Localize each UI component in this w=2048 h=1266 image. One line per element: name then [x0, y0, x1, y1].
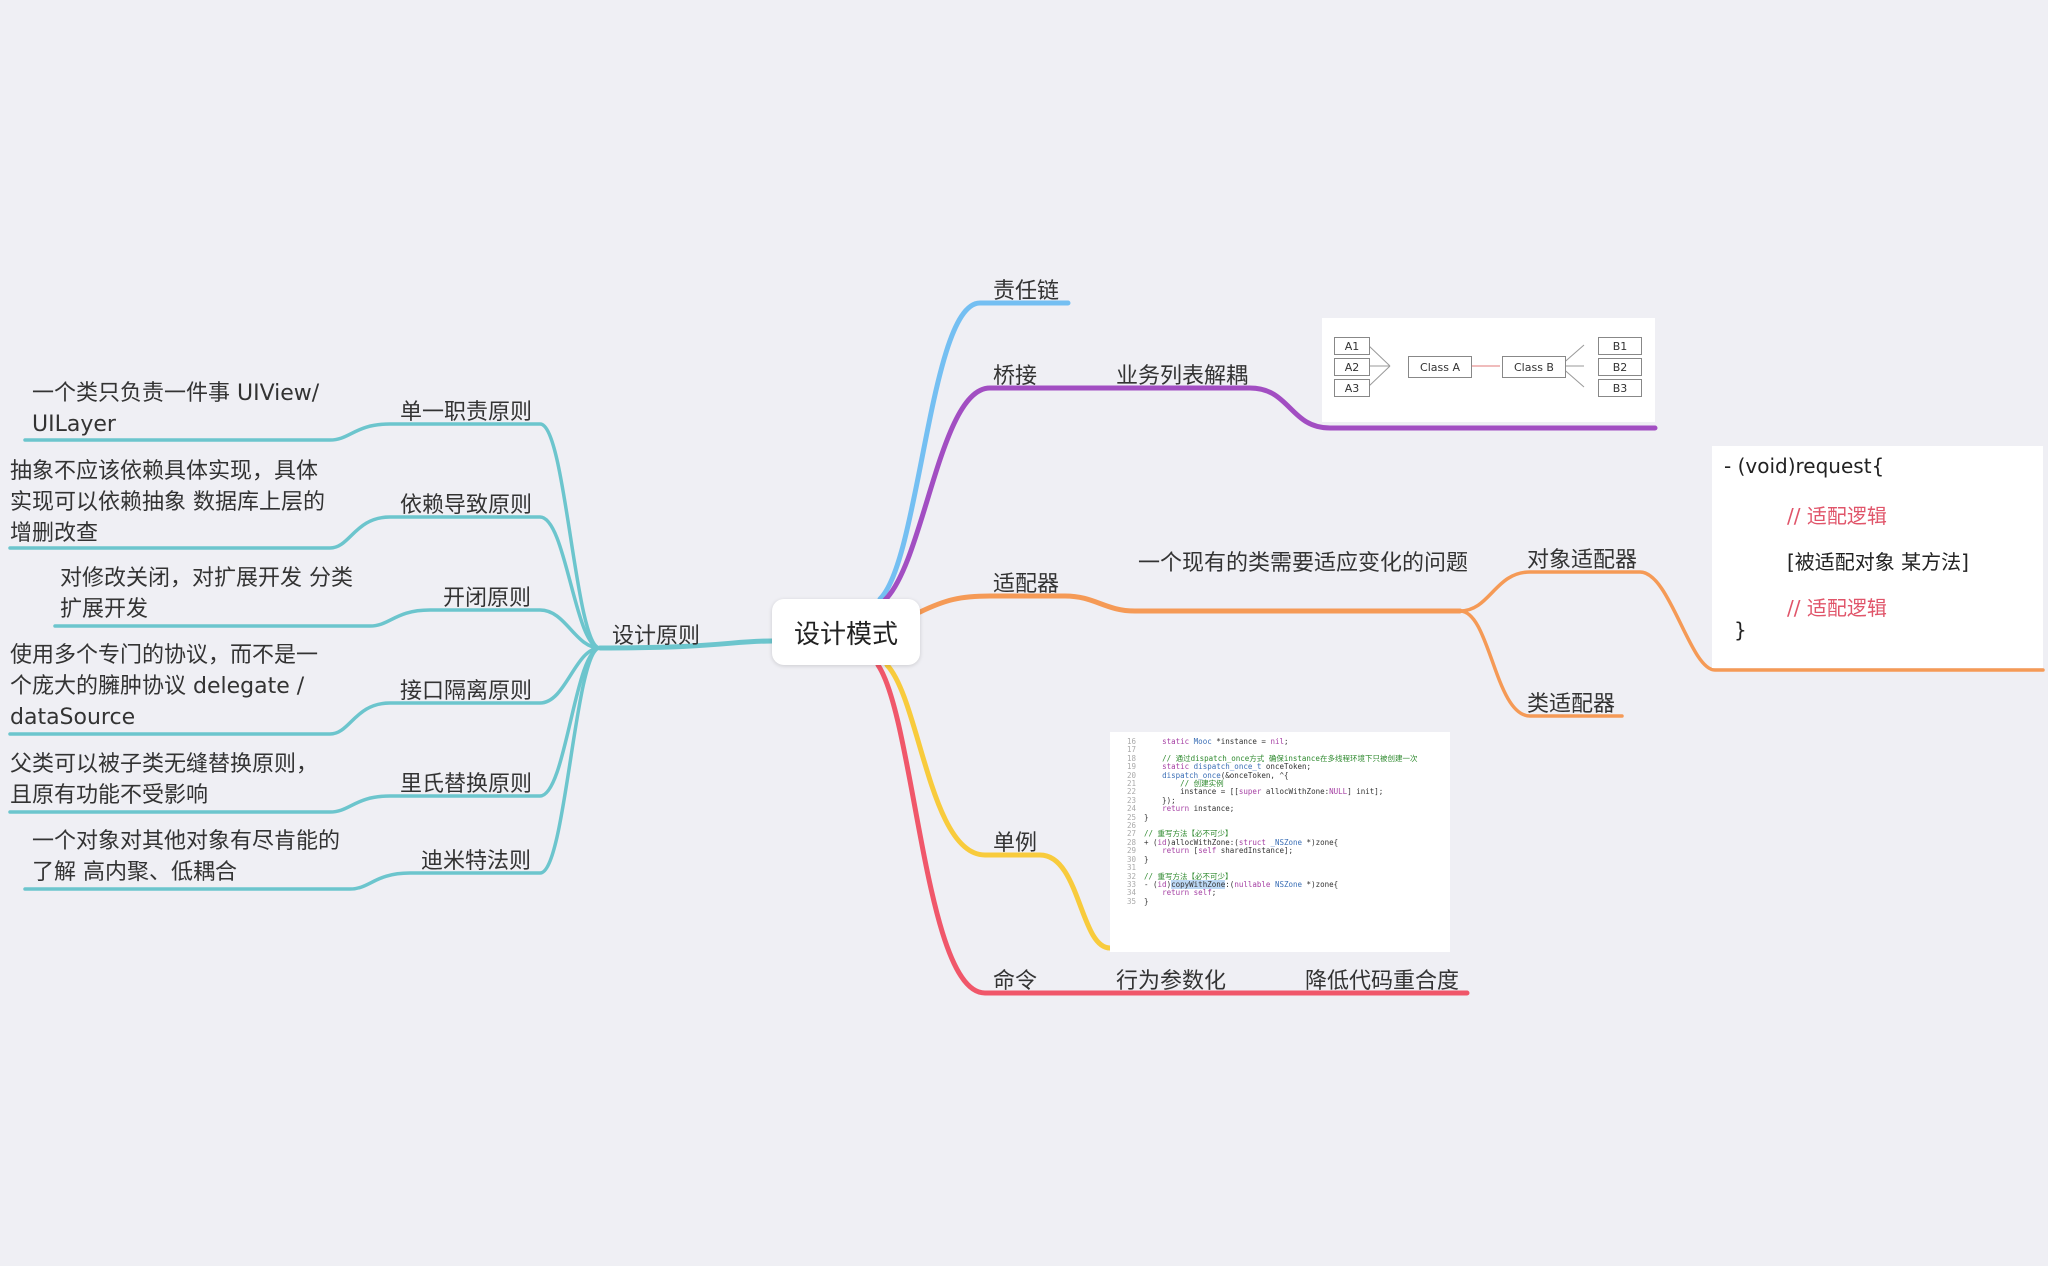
bridge-diagram-image: A1 A2 A3 Class A Class B B1 B2 B3	[1322, 318, 1655, 422]
adapter-node[interactable]: 适配器	[993, 566, 1059, 598]
command-child-2[interactable]: 降低代码重合度	[1305, 963, 1459, 995]
command-child-1[interactable]: 行为参数化	[1116, 963, 1226, 995]
bridge-node[interactable]: 桥接	[993, 358, 1037, 390]
principle-isp-desc[interactable]: 使用多个专门的协议，而不是一个庞大的臃肿协议 delegate / dataSo…	[10, 640, 328, 733]
code-line: 16 static Mooc *instance = nil;	[1126, 737, 1289, 746]
object-adapter-node[interactable]: 对象适配器	[1527, 542, 1637, 574]
bridge-box-b2: B2	[1598, 358, 1642, 376]
code-line: 29 return [self sharedInstance];	[1126, 846, 1294, 856]
bridge-box-a3: A3	[1334, 379, 1370, 397]
code-line: 24 return instance;	[1126, 804, 1235, 814]
adapter-code-comment-1: // 适配逻辑	[1787, 504, 1887, 528]
class-adapter-node[interactable]: 类适配器	[1527, 686, 1615, 718]
principle-lod[interactable]: 迪米特法则	[421, 843, 531, 875]
singleton-code-image: 16 static Mooc *instance = nil; 17 18 // 通…	[1110, 732, 1450, 952]
bridge-box-a1: A1	[1334, 337, 1370, 355]
principle-ocp-desc[interactable]: 对修改关闭，对扩展开发 分类扩展开发	[60, 563, 370, 625]
principle-isp[interactable]: 接口隔离原则	[400, 673, 532, 705]
adapter-code-line1: - (void)request{	[1724, 454, 1885, 478]
root-label: 设计模式	[793, 619, 898, 650]
principle-dip[interactable]: 依赖导致原则	[400, 487, 532, 519]
design-principles-node[interactable]: 设计原则	[612, 618, 700, 650]
principle-lsp-desc[interactable]: 父类可以被子类无缝替换原则，且原有功能不受影响	[10, 749, 320, 811]
code-line: 25}	[1126, 812, 1149, 822]
principle-ocp[interactable]: 开闭原则	[443, 580, 531, 612]
root-node[interactable]: 设计模式	[772, 599, 920, 665]
principle-dip-desc[interactable]: 抽象不应该依赖具体实现，具体实现可以依赖抽象 数据库上层的增删改查	[10, 456, 328, 549]
principle-lsp[interactable]: 里氏替换原则	[400, 766, 532, 798]
adapter-child-node[interactable]: 一个现有的类需要适应变化的问题	[1138, 548, 1468, 579]
chain-node[interactable]: 责任链	[993, 273, 1059, 305]
adapter-code-close: }	[1734, 618, 1747, 642]
code-line: 34 return self;	[1126, 888, 1217, 898]
bridge-box-class-a: Class A	[1408, 356, 1472, 378]
link-adapter	[917, 593, 1463, 615]
principle-srp[interactable]: 单一职责原则	[400, 394, 532, 426]
adapter-code-call: [被适配对象 某方法]	[1787, 550, 1969, 574]
bridge-box-a2: A2	[1334, 358, 1370, 376]
command-node[interactable]: 命令	[993, 963, 1037, 995]
principle-lod-desc[interactable]: 一个对象对其他对象有尽肯能的了解 高内聚、低耦合	[32, 826, 352, 888]
bridge-box-b1: B1	[1598, 337, 1642, 355]
bridge-box-b3: B3	[1598, 379, 1642, 397]
bridge-child-node[interactable]: 业务列表解耦	[1116, 358, 1248, 390]
bridge-box-class-b: Class B	[1502, 356, 1566, 378]
adapter-code-comment-2: // 适配逻辑	[1787, 596, 1887, 620]
principle-srp-desc[interactable]: 一个类只负责一件事 UIView/ UILayer	[32, 378, 342, 440]
adapter-code-image: - (void)request{ // 适配逻辑 [被适配对象 某方法] // …	[1712, 446, 2043, 668]
singleton-node[interactable]: 单例	[993, 825, 1037, 857]
code-line: 35}	[1126, 896, 1149, 906]
code-line: 30}	[1126, 854, 1149, 864]
